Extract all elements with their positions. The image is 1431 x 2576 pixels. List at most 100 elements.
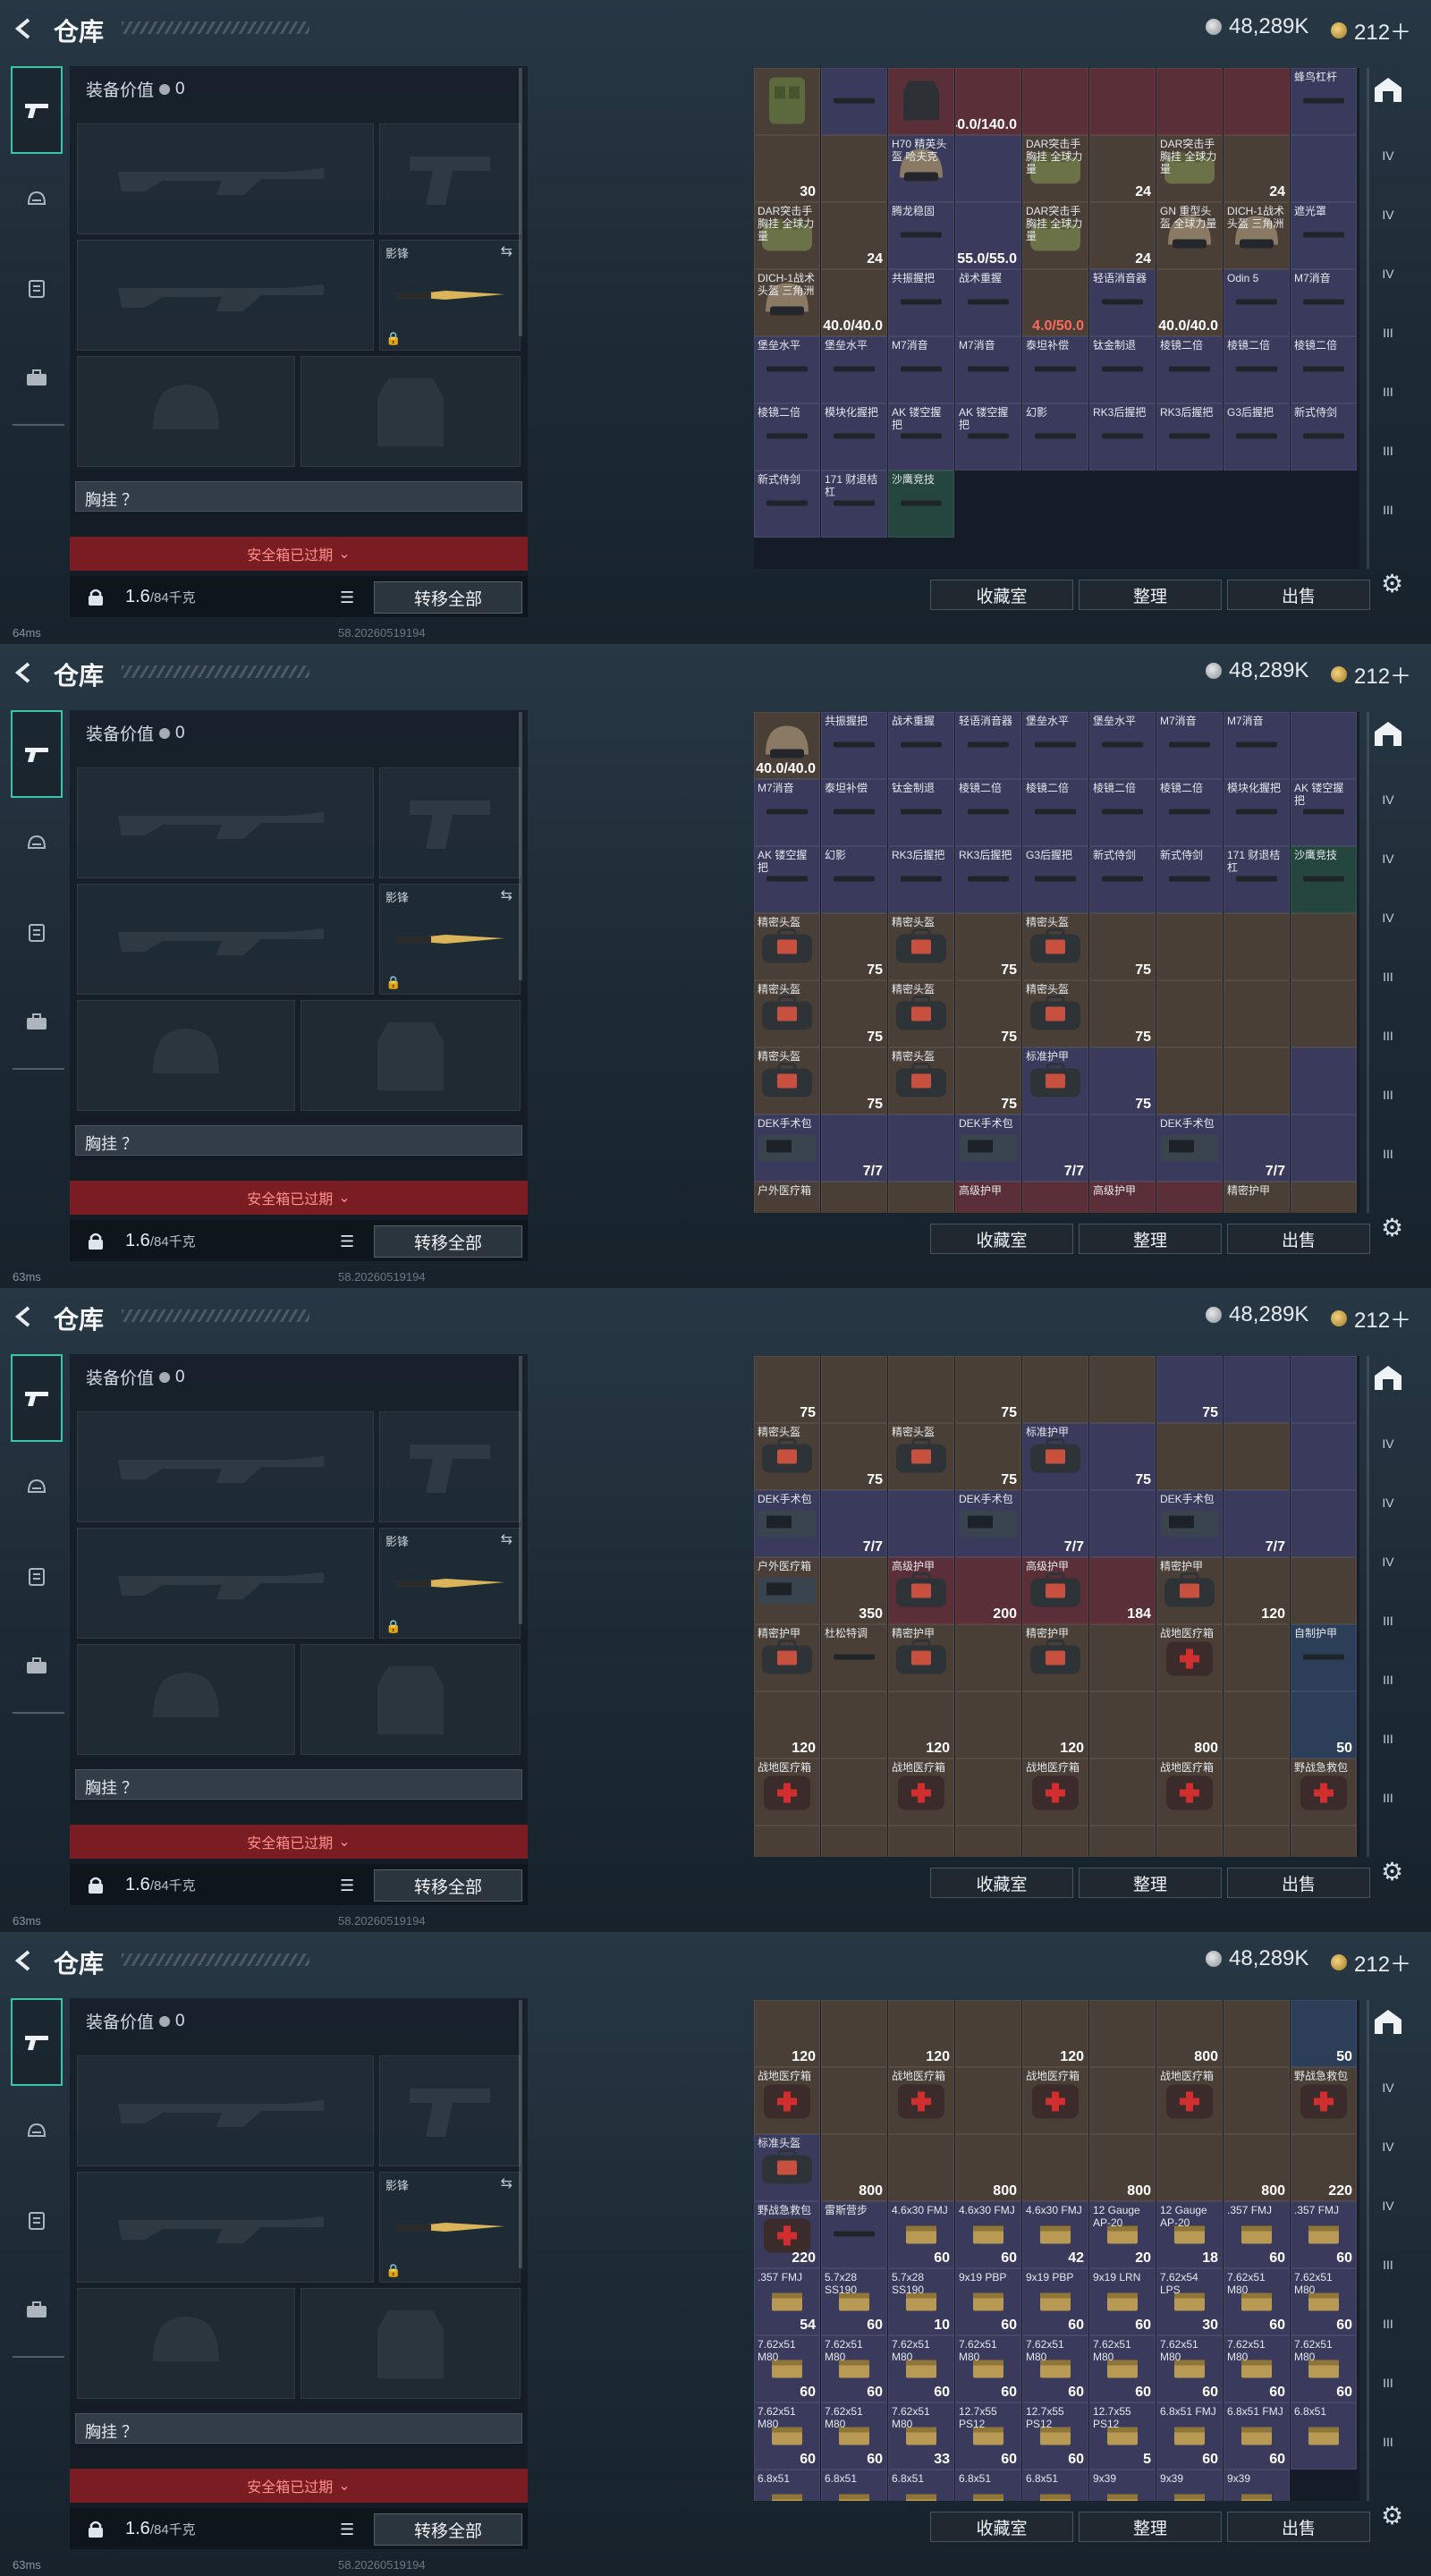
chest-rig-slot[interactable]: 胸挂 ？ <box>75 1125 522 1156</box>
inventory-item[interactable]: 精密护甲 <box>1022 1624 1088 1691</box>
inventory-item[interactable] <box>1022 2134 1088 2201</box>
transfer-all-button[interactable]: 转移全部 <box>374 1225 522 1258</box>
inventory-item[interactable] <box>1156 1182 1223 1213</box>
inventory-item[interactable]: 战地医疗箱 <box>754 2067 820 2134</box>
inventory-item[interactable]: 棱镜二倍 <box>1022 779 1088 846</box>
inventory-scrollbar[interactable] <box>1367 1356 1369 1857</box>
inventory-item[interactable]: 棱镜二倍 <box>1156 336 1223 403</box>
inventory-item[interactable]: 800 <box>1224 2134 1290 2201</box>
inventory-item[interactable]: 7/7 <box>1022 1490 1088 1557</box>
inventory-item[interactable]: 30 <box>754 135 820 202</box>
inventory-item[interactable] <box>1291 1557 1357 1624</box>
nav-weapons[interactable] <box>11 1998 63 2086</box>
tab-storage-3[interactable]: IV <box>1370 197 1406 233</box>
equipment-scrollbar[interactable] <box>519 68 522 336</box>
inventory-item[interactable]: Odin 5 <box>1224 269 1290 336</box>
inventory-item[interactable]: H70 精英头盔 哈夫克 <box>888 135 954 202</box>
melee-slot[interactable]: 影锋 ⇆ 🔒 <box>379 884 521 995</box>
inventory-item[interactable]: 75 <box>821 913 887 980</box>
favorites-button[interactable]: 收藏室 <box>930 1868 1073 1898</box>
inventory-item[interactable] <box>1291 1182 1357 1213</box>
inventory-item[interactable]: 堡垒水平 <box>754 336 820 403</box>
inventory-item[interactable]: 精密头盔 <box>888 1047 954 1114</box>
inventory-item[interactable]: 800 <box>754 1826 820 1857</box>
inventory-item[interactable]: M7消音 <box>888 336 954 403</box>
inventory-item[interactable]: 7.62x51 M80 60 <box>821 2402 887 2470</box>
inventory-item[interactable] <box>1224 913 1290 980</box>
inventory-item[interactable]: AK 镂空握把 <box>888 403 954 470</box>
inventory-item[interactable]: 精密头盔 <box>1022 980 1088 1047</box>
inventory-item[interactable]: 800 <box>1156 1691 1223 1758</box>
inventory-item[interactable]: 野战急救包 <box>1291 2067 1357 2134</box>
tab-storage-7[interactable]: III <box>1370 2365 1406 2401</box>
inventory-item[interactable]: 200 <box>955 1557 1021 1624</box>
inventory-item[interactable] <box>1291 1490 1357 1557</box>
inventory-item[interactable]: DEK手术包 <box>754 1490 820 1557</box>
inventory-item[interactable] <box>1291 1047 1357 1114</box>
inventory-item[interactable] <box>888 1182 954 1213</box>
pistol-slot[interactable] <box>379 767 521 878</box>
inventory-item[interactable]: 标准护甲 <box>1022 1047 1088 1114</box>
inventory-item[interactable] <box>821 1691 887 1758</box>
inventory-item[interactable] <box>888 1356 954 1423</box>
gold-currency[interactable]: 212＋ <box>1331 658 1411 690</box>
inventory-item[interactable]: DEK手术包 <box>1156 1114 1223 1182</box>
safebox-expired-bar[interactable]: 安全箱已过期 ⌄ <box>70 1825 528 1859</box>
inventory-item[interactable] <box>1089 1826 1156 1857</box>
inventory-item[interactable]: 共振握把 <box>821 712 887 779</box>
inventory-item[interactable]: 7/7 <box>1022 1114 1088 1182</box>
inventory-item[interactable] <box>821 68 887 135</box>
tab-storage-5[interactable]: III <box>1370 1603 1406 1639</box>
inventory-item[interactable]: 55.0/55.0 <box>955 202 1021 269</box>
inventory-item[interactable]: G3后握把 <box>1224 403 1290 470</box>
nav-backpack[interactable] <box>11 335 63 422</box>
inventory-item[interactable]: 蜂鸟杠杆 <box>1291 68 1357 135</box>
inventory-item[interactable] <box>1089 2067 1156 2134</box>
inventory-item[interactable]: 棱镜二倍 <box>754 403 820 470</box>
inventory-item[interactable]: 精密头盔 <box>754 913 820 980</box>
inventory-item[interactable]: 模块化握把 <box>1224 779 1290 846</box>
inventory-item[interactable] <box>888 1114 954 1182</box>
inventory-item[interactable]: 战地医疗箱 <box>1156 2067 1223 2134</box>
inventory-item[interactable]: 4.6x30 FMJ 60 <box>955 2201 1021 2268</box>
inventory-item[interactable] <box>955 1758 1021 1826</box>
inventory-item[interactable]: 户外医疗箱 <box>754 1557 820 1624</box>
inventory-item[interactable]: 堡垒水平 <box>1022 712 1088 779</box>
inventory-item[interactable]: 120 <box>1022 2000 1088 2067</box>
inventory-item[interactable]: G3后握把 <box>1022 846 1088 913</box>
inventory-item[interactable]: 120 <box>1022 1691 1088 1758</box>
inventory-item[interactable]: 棱镜二倍 <box>1156 779 1223 846</box>
inventory-item[interactable]: 共振握把 <box>888 269 954 336</box>
tab-storage-6[interactable]: III <box>1370 1662 1406 1698</box>
inventory-item[interactable] <box>1156 2134 1223 2201</box>
inventory-item[interactable] <box>1156 913 1223 980</box>
inventory-item[interactable]: 精密头盔 <box>754 1047 820 1114</box>
inventory-item[interactable]: DEK手术包 <box>754 1114 820 1182</box>
inventory-item[interactable] <box>1022 1182 1088 1213</box>
favorites-button[interactable]: 收藏室 <box>930 2512 1073 2542</box>
inventory-item[interactable]: 171 财退桔杠 <box>821 470 887 538</box>
inventory-item[interactable]: 钛金制退 <box>888 779 954 846</box>
inventory-item[interactable] <box>821 2000 887 2067</box>
tab-storage-6[interactable]: III <box>1370 2306 1406 2342</box>
equipment-scrollbar[interactable] <box>519 712 522 980</box>
list-icon[interactable]: ☰ <box>340 2521 354 2539</box>
inventory-item[interactable] <box>1291 135 1357 202</box>
inventory-item[interactable] <box>1224 1691 1290 1758</box>
inventory-item[interactable]: 7.62x51 M80 60 <box>1156 2335 1223 2402</box>
inventory-item[interactable]: 战术重握 <box>888 712 954 779</box>
chest-rig-slot[interactable]: 胸挂 ？ <box>75 1769 522 1800</box>
inventory-item[interactable]: 精密头盔 <box>1022 913 1088 980</box>
inventory-item[interactable] <box>1224 2000 1290 2067</box>
safebox-expired-bar[interactable]: 安全箱已过期 ⌄ <box>70 2469 528 2503</box>
favorites-button[interactable]: 收藏室 <box>930 1224 1073 1254</box>
gear-icon[interactable]: ⚙ <box>1381 1213 1403 1242</box>
nav-helmet[interactable] <box>11 800 63 887</box>
inventory-item[interactable]: 钛金制退 <box>1089 336 1156 403</box>
tab-storage-7[interactable]: III <box>1370 1077 1406 1113</box>
inventory-item[interactable] <box>1224 1047 1290 1114</box>
inventory-item[interactable]: 4.6x30 FMJ 60 <box>888 2201 954 2268</box>
inventory-item[interactable]: 堡垒水平 <box>821 336 887 403</box>
inventory-item[interactable]: 堡垒水平 <box>1089 712 1156 779</box>
inventory-item[interactable]: 高级护甲 <box>888 1557 954 1624</box>
